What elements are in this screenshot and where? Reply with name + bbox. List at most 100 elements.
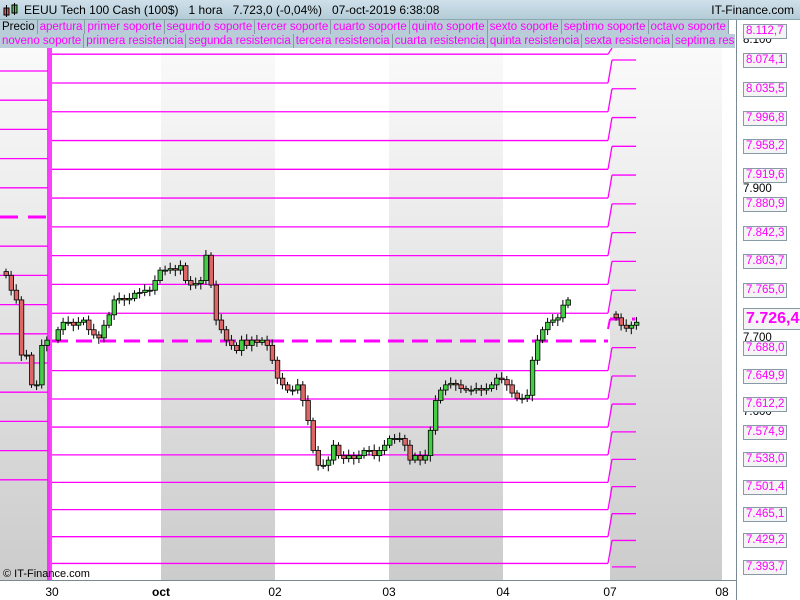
candle-body [540,329,546,341]
date-label: 02 [268,585,282,599]
legend-item[interactable]: segunda resistencia [186,34,294,48]
candle-body [116,298,123,301]
level-price-label: 7.501,4 [743,479,788,495]
level-price-label: 7.803,7 [743,254,788,270]
candle-body [483,388,490,391]
candle-body [121,298,128,301]
legend-item[interactable]: tercer soporte [255,20,332,34]
candle-body [254,339,260,343]
candle-body [295,384,301,391]
candle-body [412,455,418,461]
candle-body [376,450,383,457]
candle-body [529,359,536,396]
level-price-label: 7.765,0 [743,283,788,299]
candle-body [106,314,112,326]
legend-item[interactable]: quinto soporte [409,20,488,34]
date-label: 07 [603,585,617,599]
legend-item[interactable]: primer soporte [85,20,165,34]
candle-body [489,384,495,389]
price-tick: 7.900 [743,182,772,195]
date-label: 08 [715,585,729,599]
price-chart[interactable] [0,0,800,600]
candle-body [162,269,169,272]
legend-item[interactable]: quinta resistencia [487,34,583,48]
candle-body [463,388,469,391]
timeframe[interactable]: 1 hora [189,3,223,17]
level-price-label: 7.538,0 [743,452,788,468]
legend-item[interactable]: primera resistencia [84,34,187,48]
candle-body [458,384,464,389]
last-price: 7.723,0 (-0,04%) [232,3,322,17]
candle-body [111,299,117,316]
candle-body [443,384,449,391]
candle-body [438,389,444,401]
level-price-label: 7.465,1 [743,506,788,522]
candle-body [565,299,571,306]
candle-body [336,444,342,457]
candle-body [249,339,255,346]
level-price-label: 7.688,0 [743,340,788,356]
legend-row-2: noveno soporte primera resistencia segunda… [0,34,735,48]
candle-body [269,344,276,361]
legend-item[interactable]: cuarta resistencia [392,34,488,48]
legend-item[interactable]: octavo soporte [648,20,729,34]
candle-body [618,317,624,326]
candle-body [346,455,352,460]
legend-item[interactable]: sexta resistencia [582,34,673,48]
level-price-label: 7.996,8 [743,110,788,126]
candle-body [504,379,510,386]
level-price-label: 8.074,1 [743,52,788,68]
candle-body [3,271,9,276]
candle-body [167,268,174,271]
legend-item[interactable]: septima resistencia [673,34,735,48]
candle-body [23,354,30,357]
level-price-label: 8.112,7 [743,24,787,40]
candle-body [239,339,245,351]
candle-body [96,334,102,339]
candle-body [478,388,485,391]
candle-body [137,292,143,294]
candle-body [101,324,107,339]
price-axis[interactable]: 8.100 7.900 7.700 7.600 8.112,7 8.074,1 8.035,… [736,20,800,600]
candle-body [177,265,184,271]
candle-body [300,384,306,401]
candle-body [351,455,357,460]
candle-body [8,274,15,291]
legend-item[interactable]: segundo soporte [164,20,256,34]
legend-item[interactable]: cuarto soporte [331,20,410,34]
date-label: 04 [496,585,510,599]
instrument-name: EEUU Tech 100 Cash (100$) [24,3,179,17]
candle-body [70,321,77,326]
candle-body [60,321,66,331]
candle-body [76,321,82,326]
copyright: © IT-Finance.com [3,568,90,580]
level-transition-band [47,48,52,580]
level-price-label: 7.958,2 [743,139,788,155]
candle-body [157,269,163,281]
current-price-label: 7.726,4 [743,308,800,330]
candle-body [264,339,271,346]
candle-body [432,400,439,431]
legend-item[interactable]: sexto soporte [487,20,562,34]
legend-item[interactable]: Precio [0,20,38,34]
level-price-label: 7.612,2 [743,397,788,413]
legend-item[interactable]: septimo soporte [561,20,649,34]
legend-item[interactable]: tercera resistencia [293,34,393,48]
time-axis[interactable]: 30 oct 02 03 04 07 08 [0,580,736,600]
candle-body [320,464,327,467]
candle-body [218,319,225,331]
candle-body [499,377,505,381]
candle-body [330,444,337,461]
candle-body [402,438,408,446]
legend-item[interactable]: noveno soporte [0,34,85,48]
candle-body [514,392,520,399]
day-shade [610,48,722,580]
date-label: 30 [45,585,59,599]
candle-body [127,298,133,301]
legend-item[interactable]: apertura [37,20,86,34]
candle-body [285,384,291,391]
date-label: oct [152,585,170,599]
candle-body [81,319,87,323]
candle-body [274,359,281,379]
candle-body [407,444,413,461]
